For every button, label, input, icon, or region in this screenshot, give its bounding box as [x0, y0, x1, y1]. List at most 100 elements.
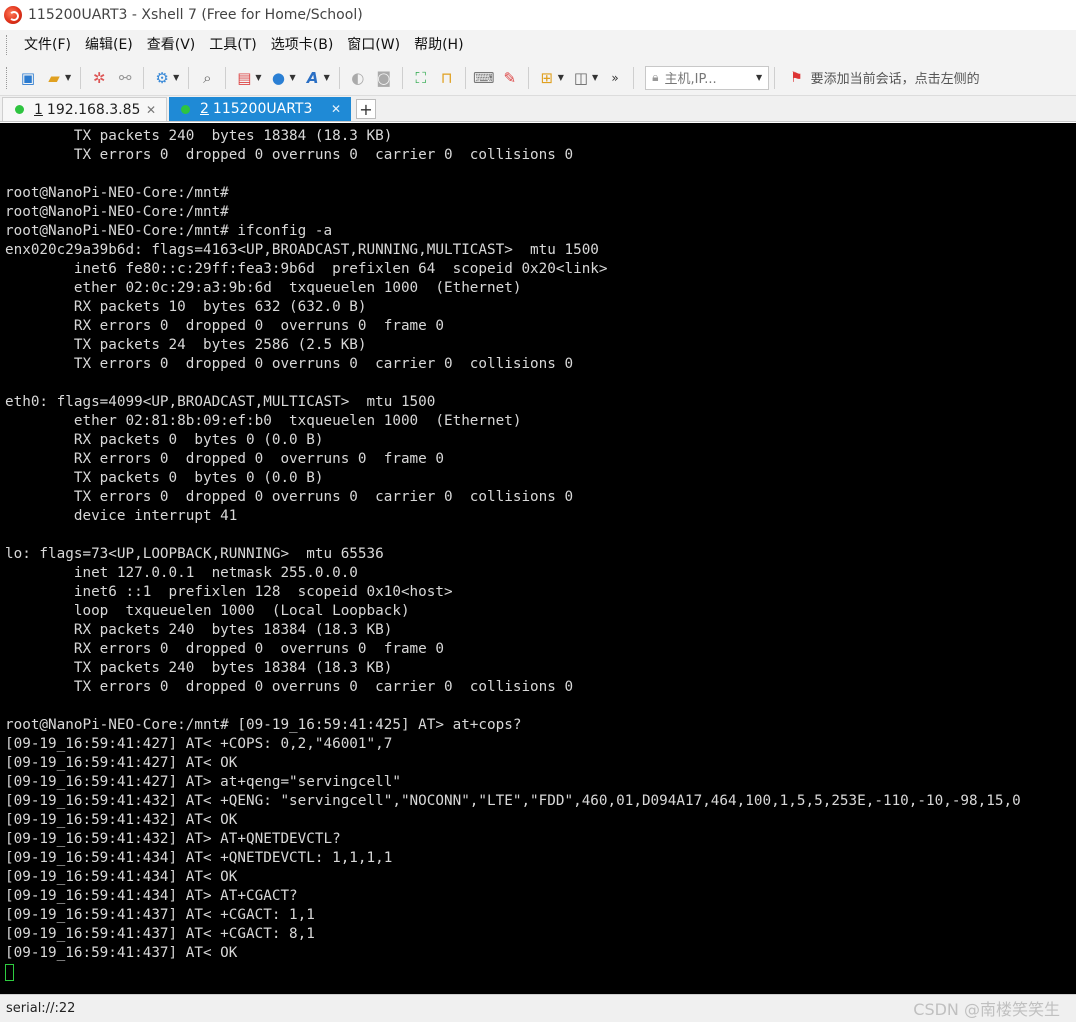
terminal-line: TX packets 24 bytes 2586 (2.5 KB)	[5, 337, 367, 353]
xftp-icon[interactable]: ◐	[347, 67, 369, 89]
close-icon[interactable]: ✕	[146, 103, 156, 117]
open-dropdown-icon[interactable]: ▼	[65, 73, 71, 82]
terminal-lines: TX packets 240 bytes 18384 (18.3 KB) TX …	[5, 127, 1076, 963]
terminal-line: [09-19_16:59:41:434] AT< +QNETDEVCTL: 1,…	[5, 850, 393, 866]
menu-help[interactable]: 帮助(H)	[407, 30, 470, 60]
add-folder-icon[interactable]: ⊞	[536, 67, 558, 89]
find-icon[interactable]: ⌕	[196, 67, 218, 89]
terminal-line: TX packets 0 bytes 0 (0.0 B)	[5, 470, 324, 486]
layout-dropdown-icon[interactable]: ▼	[255, 73, 261, 82]
terminal-line: ether 02:81:8b:09:ef:b0 txqueuelen 1000 …	[5, 413, 522, 429]
font-dropdown-icon[interactable]: ▼	[324, 73, 330, 82]
add-session-hint: 要添加当前会话，点击左侧的	[810, 72, 980, 87]
terminal-line: [09-19_16:59:41:427] AT> at+qeng="servin…	[5, 774, 401, 790]
menu-tools[interactable]: 工具(T)	[202, 30, 263, 60]
connected-status-icon	[181, 104, 190, 114]
menu-edit[interactable]: 编辑(E)	[78, 30, 140, 60]
session-tab-bar: 1 192.168.3.85 ✕ 2 115200UART3 ✕ +	[0, 96, 1076, 122]
menu-file[interactable]: 文件(F)	[17, 30, 78, 60]
menu-window[interactable]: 窗口(W)	[340, 30, 407, 60]
terminal-line: [09-19_16:59:41:434] AT< OK	[5, 869, 238, 885]
terminal-line: [09-19_16:59:41:432] AT< OK	[5, 812, 238, 828]
layout-icon[interactable]: ▤	[233, 67, 255, 89]
terminal-line: root@NanoPi-NEO-Core:/mnt# [09-19_16:59:…	[5, 717, 522, 733]
watermark: CSDN @南楼笑笑生	[913, 1000, 1060, 1019]
toolbar-grip	[6, 66, 9, 89]
host-placeholder: 主机,IP...	[664, 72, 717, 87]
menu-bar: 文件(F) 编辑(E) 查看(V) 工具(T) 选项卡(B) 窗口(W) 帮助(…	[0, 30, 1076, 60]
split-window-icon[interactable]: ◫	[570, 67, 592, 89]
terminal-line: TX errors 0 dropped 0 overruns 0 carrier…	[5, 489, 574, 505]
connection-status: serial://:22	[6, 1001, 76, 1016]
terminal-line: TX packets 240 bytes 18384 (18.3 KB)	[5, 660, 393, 676]
tab-session-1[interactable]: 1 192.168.3.85 ✕	[2, 97, 167, 121]
terminal-line: [09-19_16:59:41:437] AT< +CGACT: 8,1	[5, 926, 315, 942]
terminal-line: RX packets 0 bytes 0 (0.0 B)	[5, 432, 324, 448]
open-folder-icon[interactable]: ▰	[43, 67, 65, 89]
terminal-line: [09-19_16:59:41:434] AT> AT+CGACT?	[5, 888, 298, 904]
lock-icon[interactable]: ⊓	[436, 67, 458, 89]
menu-view[interactable]: 查看(V)	[140, 30, 203, 60]
terminal-line: [09-19_16:59:41:437] AT< +CGACT: 1,1	[5, 907, 315, 923]
terminal-line: root@NanoPi-NEO-Core:/mnt#	[5, 204, 229, 220]
disconnect-icon[interactable]: ⚯	[114, 67, 136, 89]
terminal-line: eth0: flags=4099<UP,BROADCAST,MULTICAST>…	[5, 394, 436, 410]
terminal-line: RX packets 10 bytes 632 (632.0 B)	[5, 299, 367, 315]
globe-dropdown-icon[interactable]: ▼	[289, 73, 295, 82]
screenshot-icon[interactable]: ◙	[373, 67, 395, 89]
terminal-cursor	[5, 963, 14, 981]
bookmark-icon[interactable]: ⚑	[790, 70, 803, 86]
terminal-line: RX errors 0 dropped 0 overruns 0 frame 0	[5, 451, 444, 467]
terminal-line: [09-19_16:59:41:432] AT< +QENG: "serving…	[5, 793, 1021, 809]
terminal-line: enx020c29a39b6d: flags=4163<UP,BROADCAST…	[5, 242, 599, 258]
window-title: 115200UART3 - Xshell 7 (Free for Home/Sc…	[28, 7, 363, 23]
host-address-input[interactable]: 🔒︎ 主机,IP... ▼	[645, 65, 770, 90]
terminal-line: loop txqueuelen 1000 (Local Loopback)	[5, 603, 410, 619]
close-icon[interactable]: ✕	[331, 102, 341, 116]
split-dropdown-icon[interactable]: ▼	[592, 73, 598, 82]
tab-label: 115200UART3	[212, 101, 313, 117]
host-dropdown-icon[interactable]: ▼	[756, 73, 762, 82]
new-session-icon[interactable]: ▣	[17, 67, 39, 89]
xshell-logo-icon	[4, 6, 22, 24]
terminal-line: [09-19_16:59:41:427] AT< OK	[5, 755, 238, 771]
tab-session-2[interactable]: 2 115200UART3 ✕	[169, 97, 351, 121]
terminal-line: inet 127.0.0.1 netmask 255.0.0.0	[5, 565, 358, 581]
properties-icon[interactable]: ⚙	[151, 67, 173, 89]
terminal-output[interactable]: TX packets 240 bytes 18384 (18.3 KB) TX …	[0, 123, 1076, 994]
more-icon[interactable]: »	[604, 67, 626, 89]
font-icon[interactable]: A	[302, 67, 324, 89]
add-folder-dropdown-icon[interactable]: ▼	[558, 73, 564, 82]
terminal-line: TX errors 0 dropped 0 overruns 0 carrier…	[5, 356, 574, 372]
toolbar: ▣ ▰ ▼ ✲ ⚯ ⚙ ▼ ⌕ ▤ ▼ ● ▼ A ▼ ◐ ◙ ⛶ ⊓ ⌨ ✎ …	[0, 60, 1076, 96]
connected-status-icon	[15, 105, 24, 114]
title-bar: 115200UART3 - Xshell 7 (Free for Home/Sc…	[0, 0, 1076, 30]
menubar-grip	[6, 35, 9, 55]
terminal-line: [09-19_16:59:41:437] AT< OK	[5, 945, 238, 961]
terminal-line: [09-19_16:59:41:432] AT> AT+QNETDEVCTL?	[5, 831, 341, 847]
globe-icon[interactable]: ●	[267, 67, 289, 89]
terminal-line: RX errors 0 dropped 0 overruns 0 frame 0	[5, 318, 444, 334]
terminal-line: TX errors 0 dropped 0 overruns 0 carrier…	[5, 147, 574, 163]
terminal-line: root@NanoPi-NEO-Core:/mnt# ifconfig -a	[5, 223, 333, 239]
host-lock-icon: 🔒︎	[652, 70, 659, 84]
tab-number: 2	[200, 101, 209, 117]
properties-dropdown-icon[interactable]: ▼	[173, 73, 179, 82]
tab-number: 1	[34, 101, 43, 118]
highlight-icon[interactable]: ✎	[499, 67, 521, 89]
new-tab-button[interactable]: +	[356, 99, 376, 119]
terminal-line: ether 02:0c:29:a3:9b:6d txqueuelen 1000 …	[5, 280, 522, 296]
terminal-line: [09-19_16:59:41:427] AT< +COPS: 0,2,"460…	[5, 736, 393, 752]
fullscreen-icon[interactable]: ⛶	[410, 67, 432, 89]
terminal-line: device interrupt 41	[5, 508, 238, 524]
connect-icon[interactable]: ✲	[88, 67, 110, 89]
terminal-line: RX packets 240 bytes 18384 (18.3 KB)	[5, 622, 393, 638]
terminal-line: TX errors 0 dropped 0 overruns 0 carrier…	[5, 679, 574, 695]
keyboard-icon[interactable]: ⌨	[473, 67, 495, 89]
terminal-line: root@NanoPi-NEO-Core:/mnt#	[5, 185, 229, 201]
menu-tabs[interactable]: 选项卡(B)	[264, 30, 341, 60]
